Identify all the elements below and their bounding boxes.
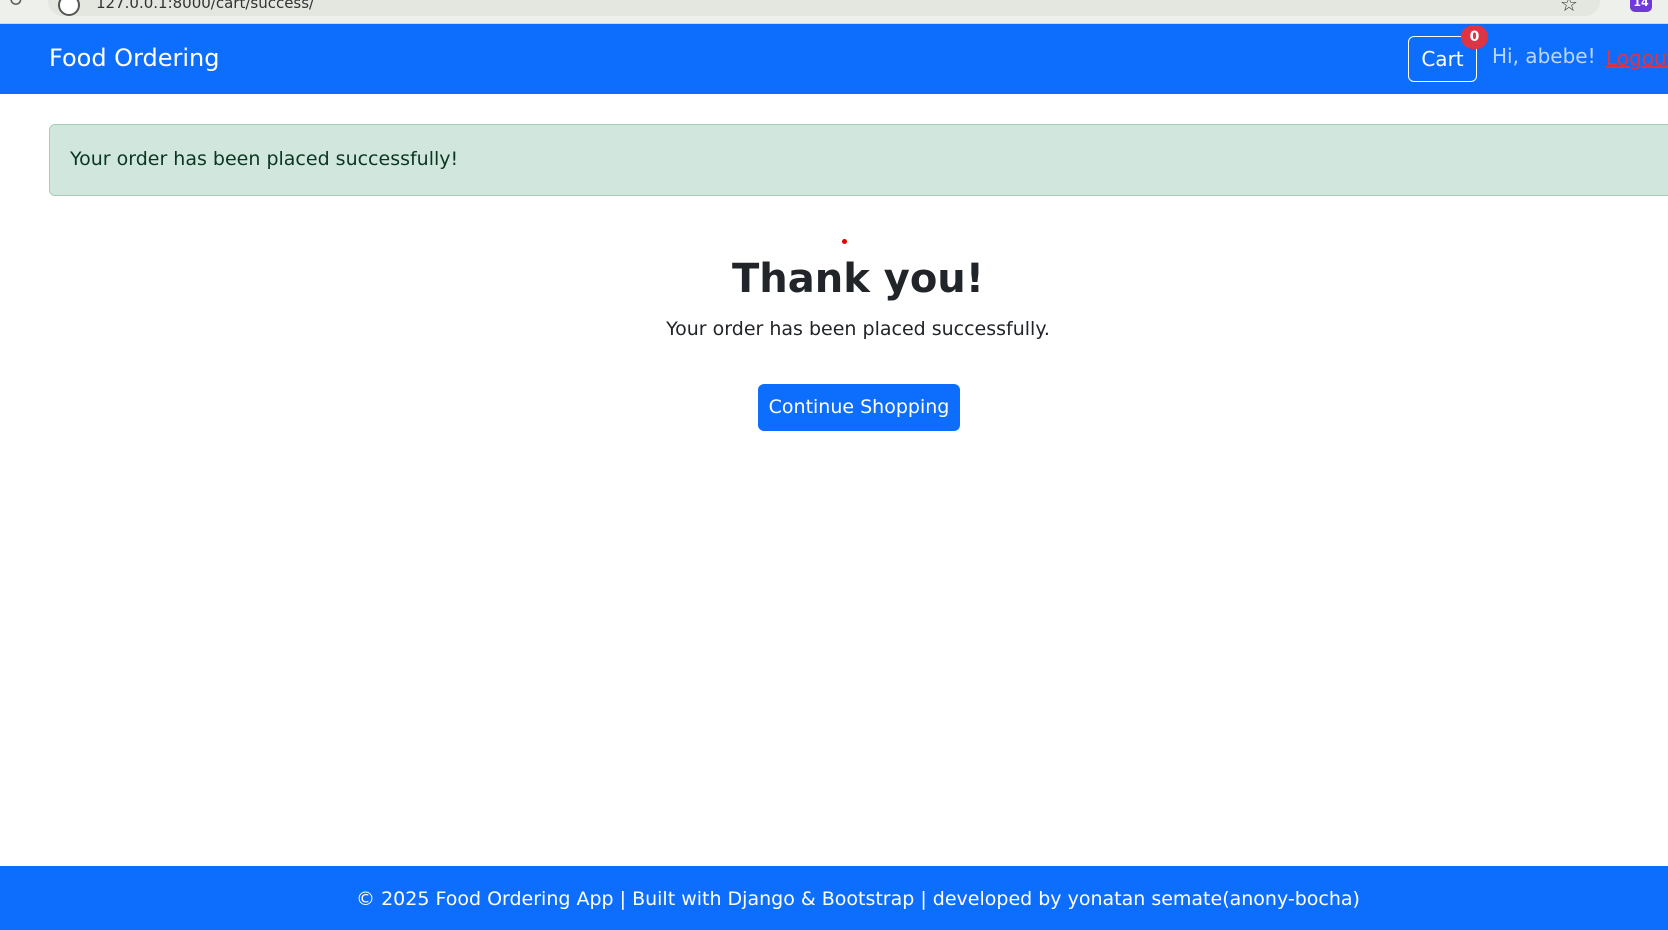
success-alert: Your order has been placed successfully!	[49, 124, 1668, 196]
continue-shopping-button[interactable]: Continue Shopping	[758, 384, 960, 431]
alert-message: Your order has been placed successfully!	[70, 148, 459, 170]
page-subtitle: Your order has been placed successfully.	[666, 318, 1050, 340]
page-title: Thank you!	[731, 256, 985, 302]
brand-link[interactable]: Food Ordering	[49, 44, 220, 72]
navbar: Food Ordering Cart 0 Hi, abebe! Logout	[0, 24, 1668, 94]
footer-text: © 2025 Food Ordering App | Built with Dj…	[356, 888, 1360, 910]
red-dot-marker	[842, 239, 847, 244]
bookmark-star-icon[interactable]: ☆	[1560, 0, 1578, 16]
reload-icon[interactable]: ↻	[8, 0, 23, 11]
browser-toolbar: ↻ 127.0.0.1:8000/cart/success/ ☆ 14	[0, 0, 1668, 24]
user-greeting: Hi, abebe!	[1492, 44, 1596, 68]
url-text[interactable]: 127.0.0.1:8000/cart/success/	[96, 0, 314, 12]
footer: © 2025 Food Ordering App | Built with Dj…	[0, 866, 1668, 930]
cart-count-badge: 0	[1461, 25, 1488, 49]
logout-link[interactable]: Logout	[1606, 46, 1668, 70]
extension-icon[interactable]: 14	[1630, 0, 1652, 12]
